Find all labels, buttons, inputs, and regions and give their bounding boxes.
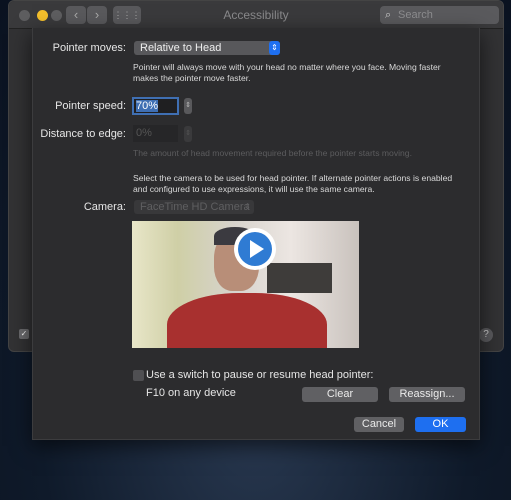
distance-to-edge-field[interactable]: 0% (133, 125, 178, 142)
pointer-moves-description: Pointer will always move with your head … (133, 62, 441, 84)
pointer-speed-value: 70% (136, 100, 159, 112)
background-checkbox[interactable]: ✓ (19, 329, 29, 339)
ok-button[interactable]: OK (415, 417, 466, 432)
pointer-speed-field[interactable]: 70% (132, 97, 179, 115)
clear-button[interactable]: Clear (302, 387, 378, 402)
pointer-moves-label: Pointer moves: (52, 42, 126, 54)
switch-checkbox[interactable] (133, 370, 144, 381)
distance-to-edge-stepper[interactable]: ⇕ (184, 126, 192, 142)
search-placeholder: Search (398, 9, 433, 21)
desc-line: Pointer will always move with your head … (133, 62, 441, 72)
head-pointer-options-sheet: Pointer moves: Relative to Head ⇕ Pointe… (32, 28, 480, 440)
pointer-speed-label: Pointer speed: (55, 100, 126, 112)
camera-description: Select the camera to be used for head po… (133, 173, 452, 195)
pointer-moves-value: Relative to Head (140, 42, 222, 54)
reassign-button[interactable]: Reassign... (389, 387, 465, 402)
shelf (267, 263, 332, 293)
switch-label: Use a switch to pause or resume head poi… (146, 369, 374, 381)
camera-label: Camera: (83, 201, 126, 213)
camera-popup[interactable]: FaceTime HD Camera ⇕ (134, 200, 254, 214)
play-icon (238, 232, 272, 266)
help-button[interactable]: ? (479, 328, 493, 342)
desc-line: and configured to use expressions, it wi… (133, 184, 375, 194)
cancel-button[interactable]: Cancel (354, 417, 404, 432)
title-bar: ‹ › ⋮⋮⋮ Accessibility ⌕ Search (9, 1, 503, 29)
play-button[interactable] (234, 228, 276, 270)
desc-line: Select the camera to be used for head po… (133, 173, 453, 183)
chevron-updown-icon: ⇕ (244, 202, 251, 211)
distance-to-edge-label: Distance to edge: (40, 128, 126, 140)
chevron-updown-icon: ⇕ (269, 41, 280, 55)
person-shirt (167, 293, 327, 348)
distance-description: The amount of head movement required bef… (133, 148, 412, 158)
pointer-speed-stepper[interactable]: ⇕ (184, 98, 192, 114)
search-input[interactable]: ⌕ Search (380, 6, 499, 24)
camera-value: FaceTime HD Camera (140, 201, 250, 213)
pointer-moves-popup[interactable]: Relative to Head ⇕ (134, 41, 280, 55)
camera-preview (132, 221, 359, 348)
desc-line: makes the pointer move faster. (133, 73, 251, 83)
search-icon: ⌕ (385, 9, 392, 21)
switch-assignment: F10 on any device (146, 387, 236, 399)
